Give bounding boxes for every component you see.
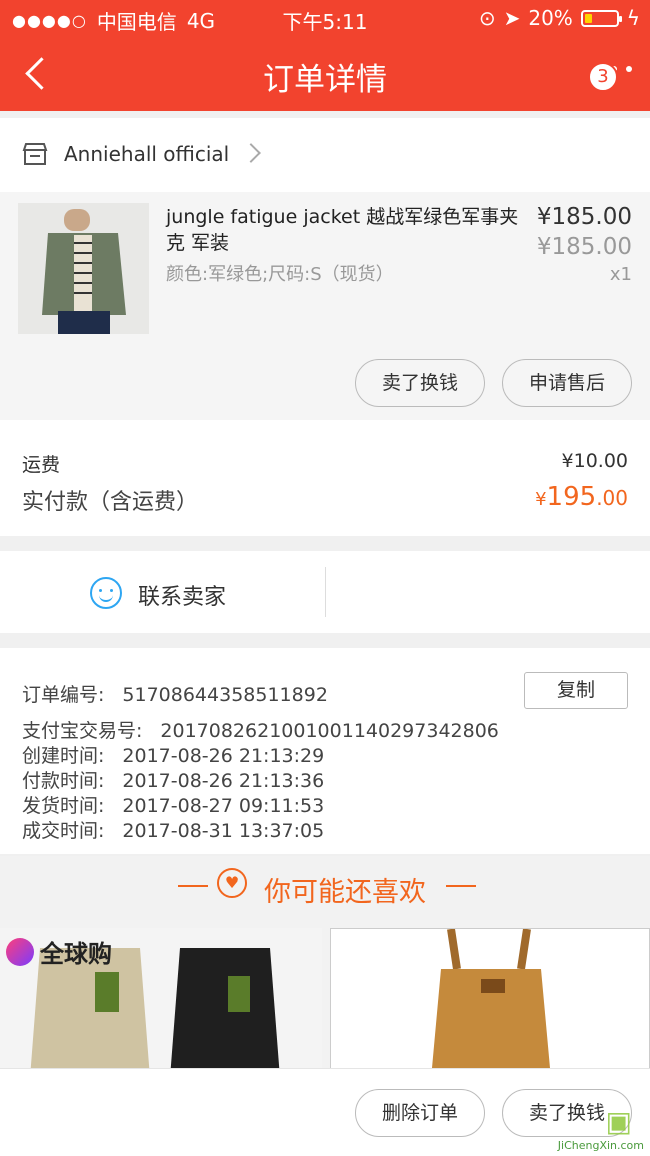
product-quantity: x1 bbox=[609, 264, 632, 285]
divider bbox=[325, 567, 326, 617]
order-number: 51708644358511892 bbox=[122, 684, 328, 706]
battery-icon bbox=[580, 9, 622, 27]
copy-button[interactable]: 复制 bbox=[524, 672, 628, 709]
location-icon: ➤ bbox=[503, 6, 521, 30]
chat-icon bbox=[90, 577, 122, 609]
paid-amount: ¥195.00 bbox=[535, 482, 628, 512]
chevron-right-icon bbox=[241, 143, 261, 163]
battery-percent: 20% bbox=[528, 6, 573, 30]
shipped-row: 发货时间: 2017-08-27 09:11:53 bbox=[22, 791, 324, 818]
recommend-item[interactable]: 全球购 bbox=[0, 928, 322, 1078]
shop-name: Anniehall official bbox=[64, 142, 230, 166]
product-title[interactable]: jungle fatigue jacket 越战军绿色军事夹克 军装 bbox=[166, 204, 526, 256]
contact-seller-label: 联系卖家 bbox=[138, 585, 227, 610]
sell-button[interactable]: 卖了换钱 bbox=[355, 359, 485, 407]
more-icon[interactable]: 3 bbox=[588, 62, 632, 92]
closed-time: 2017-08-31 13:37:05 bbox=[122, 820, 325, 842]
recommend-header: ♥ 你可能还喜欢 bbox=[0, 856, 650, 928]
order-info: 订单编号: 51708644358511892 复制 支付宝交易号: 2017082… bbox=[0, 648, 650, 854]
created-row: 创建时间: 2017-08-26 21:13:29 bbox=[22, 741, 324, 768]
alipay-row: 支付宝交易号: 2017082621001001140297342806 bbox=[22, 716, 499, 743]
status-bar: ●●●●○ 中国电信 4G 下午5:11 ⊙ ➤ 20% ϟ bbox=[0, 0, 650, 36]
product-card[interactable]: jungle fatigue jacket 越战军绿色军事夹克 军装 颜色:军绿… bbox=[0, 192, 650, 420]
alipay-label: 支付宝交易号: bbox=[22, 720, 143, 742]
divider bbox=[446, 885, 476, 887]
page-title: 订单详情 bbox=[263, 62, 387, 98]
global-tag: 全球购 bbox=[6, 934, 112, 969]
created-label: 创建时间: bbox=[22, 745, 105, 767]
contact-section: 联系卖家 bbox=[0, 551, 650, 633]
closed-label: 成交时间: bbox=[22, 820, 105, 842]
rotation-lock-icon: ⊙ bbox=[478, 6, 496, 30]
product-thumbnail[interactable] bbox=[18, 203, 149, 334]
product-sku: 颜色:军绿色;尺码:S（现货） bbox=[166, 264, 394, 285]
alipay-number: 2017082621001001140297342806 bbox=[160, 720, 499, 742]
shipped-time: 2017-08-27 09:11:53 bbox=[122, 795, 325, 817]
shop-row[interactable]: Anniehall official bbox=[0, 118, 650, 192]
product-price: ¥185.00 bbox=[536, 204, 632, 230]
shipped-label: 发货时间: bbox=[22, 795, 105, 817]
paid-time: 2017-08-26 21:13:36 bbox=[122, 770, 325, 792]
recommend-item[interactable] bbox=[330, 928, 650, 1078]
aftersale-button[interactable]: 申请售后 bbox=[502, 359, 632, 407]
bottom-action-bar: 删除订单 卖了换钱 ▣ JiChengXin.com bbox=[0, 1068, 650, 1156]
closed-row: 成交时间: 2017-08-31 13:37:05 bbox=[22, 816, 324, 843]
paid-time-label: 付款时间: bbox=[22, 770, 105, 792]
order-number-label: 订单编号: bbox=[22, 684, 105, 706]
message-badge: 3 bbox=[588, 62, 618, 92]
fee-summary: 运费 ¥10.00 实付款（含运费） ¥195.00 bbox=[0, 420, 650, 536]
recommend-title: 你可能还喜欢 bbox=[264, 877, 426, 908]
recommend-grid: 全球购 bbox=[0, 928, 650, 1078]
watermark-logo-icon: ▣ bbox=[605, 1105, 632, 1138]
shipping-value: ¥10.00 bbox=[561, 450, 628, 472]
delete-order-button[interactable]: 删除订单 bbox=[355, 1089, 485, 1137]
order-number-row: 订单编号: 51708644358511892 bbox=[22, 680, 328, 707]
created-time: 2017-08-26 21:13:29 bbox=[122, 745, 325, 767]
nav-bar: 订单详情 3 bbox=[0, 40, 650, 108]
header-bar: ●●●●○ 中国电信 4G 下午5:11 ⊙ ➤ 20% ϟ 订单详情 3 bbox=[0, 0, 650, 111]
contact-seller-button[interactable]: 联系卖家 bbox=[0, 551, 325, 633]
shop-icon bbox=[22, 143, 48, 165]
product-original-price: ¥185.00 bbox=[536, 234, 632, 260]
shipping-label: 运费 bbox=[22, 454, 61, 476]
charging-icon: ϟ bbox=[626, 6, 640, 30]
watermark-text: JiChengXin.com bbox=[557, 1139, 644, 1152]
paid-label: 实付款（含运费） bbox=[22, 490, 199, 515]
paid-row: 付款时间: 2017-08-26 21:13:36 bbox=[22, 766, 324, 793]
